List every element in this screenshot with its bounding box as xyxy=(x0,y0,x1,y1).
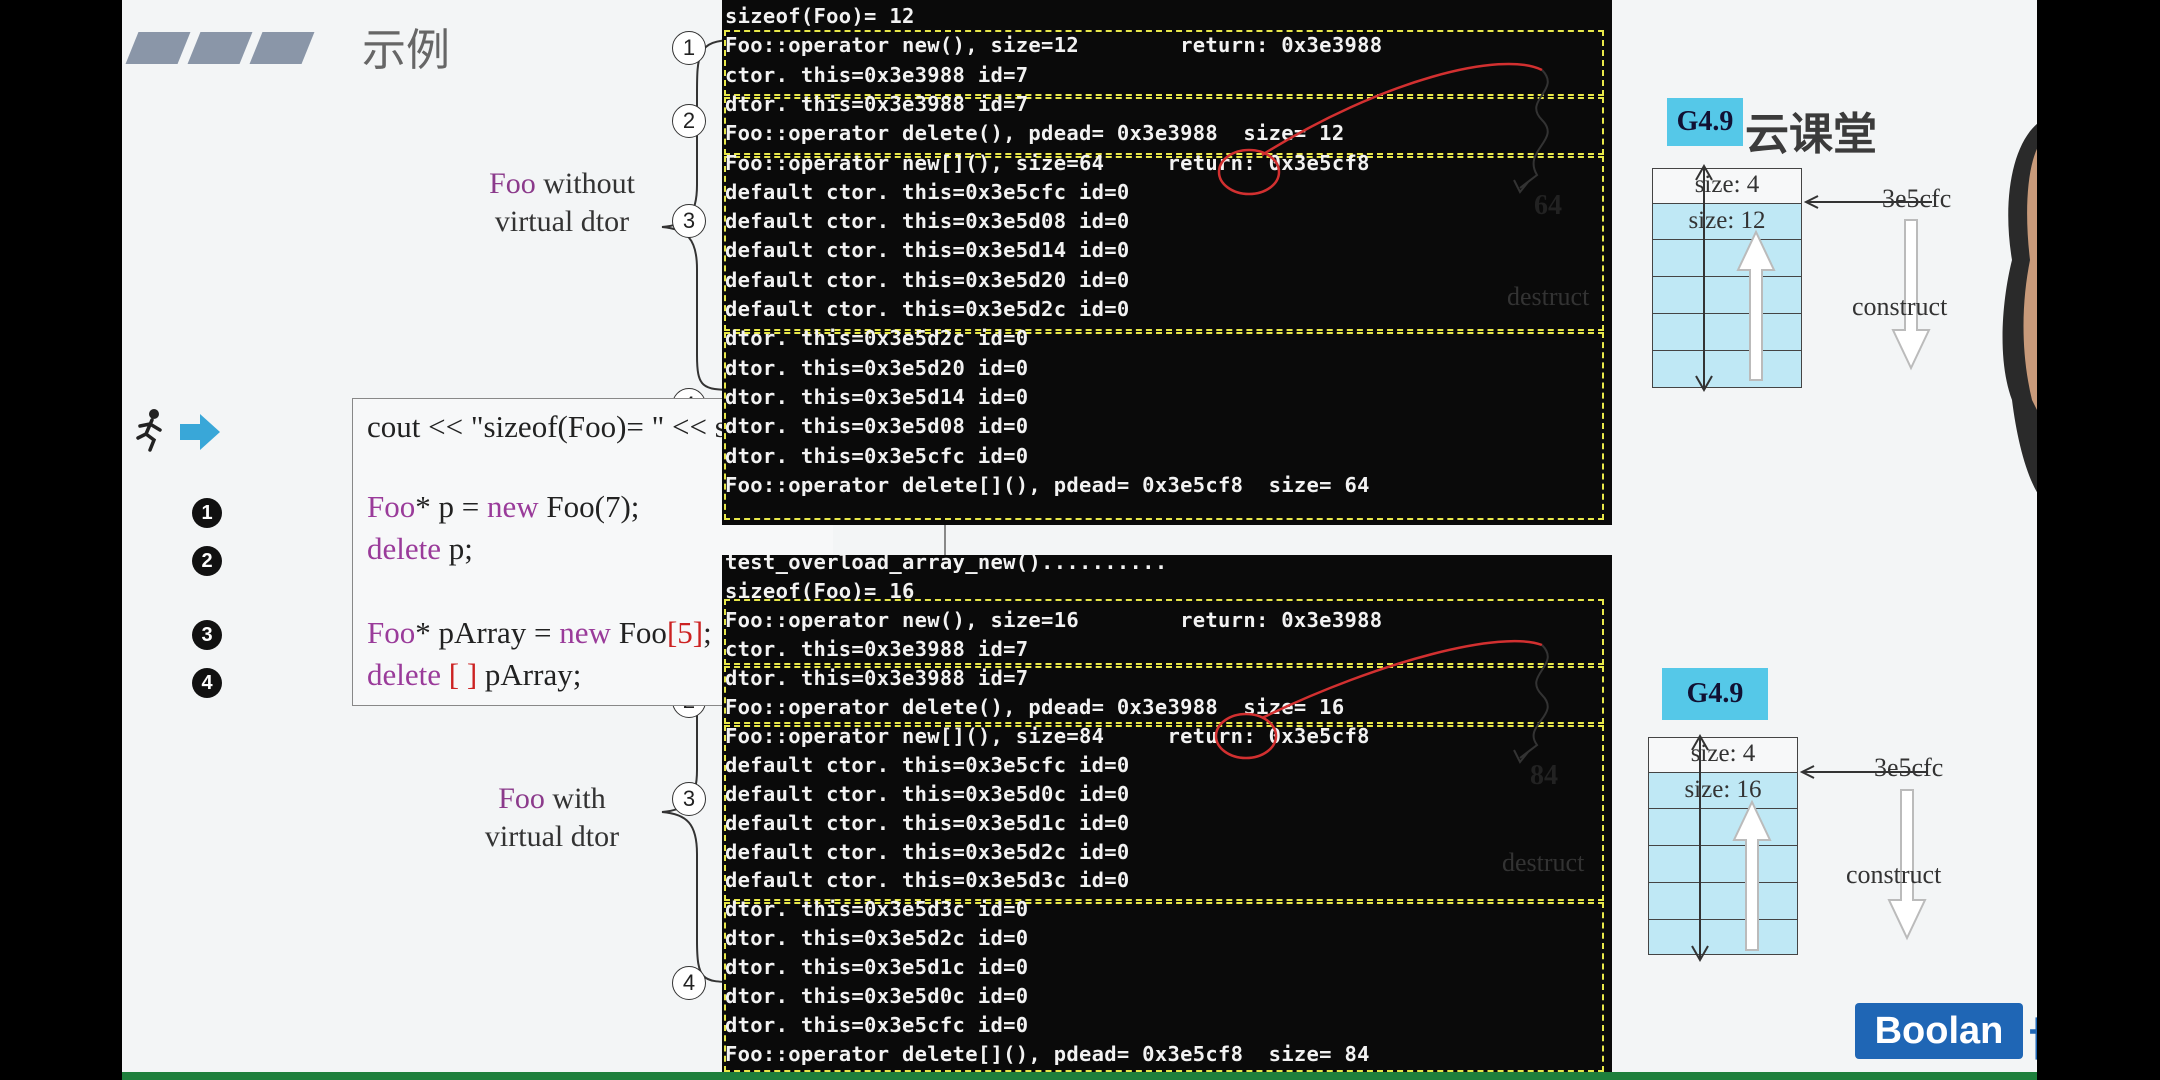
bottom-bar xyxy=(122,1072,2037,1080)
red-arrow-bottom xyxy=(1261,639,1543,720)
arrows-top xyxy=(1695,163,1932,393)
size-84-circle xyxy=(1214,712,1278,760)
slide: 示例 Foo without virtual dtor Foo with vir… xyxy=(122,0,2037,1075)
destruct-label-top: destruct xyxy=(1507,282,1590,311)
g49-badge-top: G4.9 xyxy=(1667,98,1743,146)
size-64-circle xyxy=(1217,148,1281,196)
address-bottom: 3e5cfc xyxy=(1874,753,1944,782)
address-top: 3e5cfc xyxy=(1882,184,1952,213)
construct-label-bottom: construct xyxy=(1846,860,1942,889)
destruct-label-bottom: destruct xyxy=(1502,848,1585,877)
red-arrow-top xyxy=(1261,62,1543,157)
bolan-cn-logo: 博览 xyxy=(2029,1004,2037,1075)
speaker-image xyxy=(2002,124,2037,493)
boolan-logo: Boolan xyxy=(1855,1003,2023,1059)
g49-badge-bottom: G4.9 xyxy=(1662,668,1768,720)
yun-logo: 云课堂 xyxy=(1745,109,1877,160)
construct-label-top: construct xyxy=(1852,292,1948,321)
